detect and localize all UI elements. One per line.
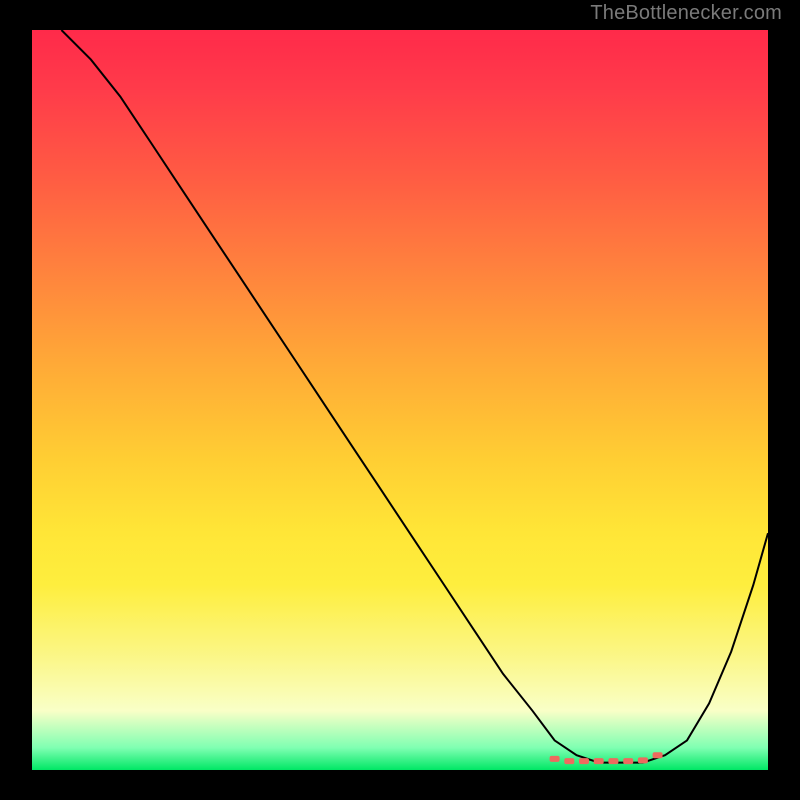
attribution-text: TheBottlenecker.com — [590, 2, 782, 25]
marker-dot — [550, 756, 560, 762]
plot-area — [32, 30, 768, 770]
marker-dot — [623, 758, 633, 764]
marker-dot — [638, 757, 648, 763]
marker-dot — [594, 758, 604, 764]
marker-dot — [653, 752, 663, 758]
marker-dot — [608, 758, 618, 764]
marker-dot — [564, 758, 574, 764]
bottleneck-curve — [61, 30, 768, 763]
chart-frame: TheBottlenecker.com — [0, 0, 800, 800]
curve-layer — [32, 30, 768, 770]
marker-dot — [579, 758, 589, 764]
